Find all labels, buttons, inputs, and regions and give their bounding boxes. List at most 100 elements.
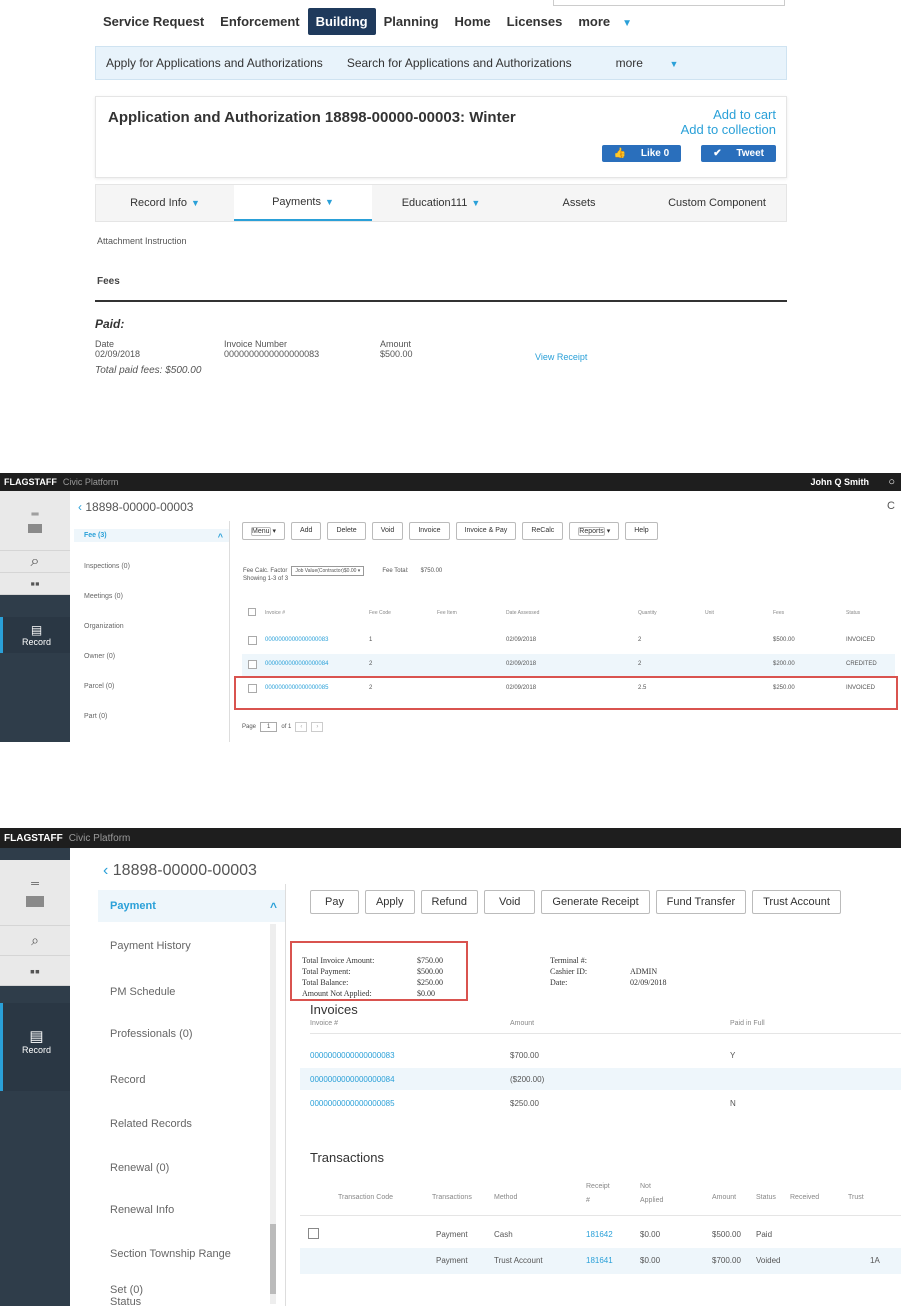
app-switcher[interactable]: ═ xyxy=(0,860,70,926)
tab-record-info[interactable]: Record Info ▼ xyxy=(96,185,234,221)
help-button[interactable]: Help xyxy=(625,522,658,540)
receipt-link[interactable]: 181641 xyxy=(586,1256,613,1265)
app-switcher[interactable]: ═ xyxy=(0,491,70,551)
subnav-item-renewal-info[interactable]: Renewal Info xyxy=(110,1204,174,1216)
row-checkbox[interactable] xyxy=(308,1228,319,1239)
generate-receipt-button[interactable]: Generate Receipt xyxy=(541,890,650,914)
table-row[interactable]: 0000000000000000083 $700.00 Y xyxy=(300,1044,901,1066)
col-paid-in-full[interactable]: Paid in Full xyxy=(730,1020,765,1027)
subnav-item-section-township-range[interactable]: Section Township Range xyxy=(110,1248,231,1260)
invoice-link[interactable]: 0000000000000000085 xyxy=(310,1099,395,1108)
subnav-item-renewal[interactable]: Renewal (0) xyxy=(110,1162,169,1174)
nav-licenses[interactable]: Licenses xyxy=(499,8,571,35)
col-receipt[interactable]: Receipt # xyxy=(586,1180,610,1208)
table-row[interactable]: Payment Cash 181642 $0.00 $500.00 Paid xyxy=(300,1222,901,1248)
invoice-link[interactable]: 0000000000000000083 xyxy=(310,1051,395,1060)
col-fee-code[interactable]: Fee Code xyxy=(369,610,391,616)
col-fee-item[interactable]: Fee Item xyxy=(437,610,457,616)
record-nav-button[interactable]: ▤ Record xyxy=(0,1003,70,1091)
col-method[interactable]: Method xyxy=(494,1194,517,1201)
add-to-cart-link[interactable]: Add to cart xyxy=(681,107,776,122)
fund-transfer-button[interactable]: Fund Transfer xyxy=(655,890,747,914)
select-all-checkbox[interactable] xyxy=(248,608,256,616)
record-breadcrumb[interactable]: ‹ 18898-00000-00003 xyxy=(78,500,193,514)
subnav-item-fee[interactable]: Fee (3) ^ xyxy=(74,529,229,542)
row-checkbox[interactable] xyxy=(248,660,257,669)
col-transactions[interactable]: Transactions xyxy=(432,1194,472,1201)
user-name[interactable]: John Q Smith xyxy=(811,477,870,487)
nav-planning[interactable]: Planning xyxy=(376,8,447,35)
table-row[interactable]: 0000000000000000085 $250.00 N xyxy=(300,1092,901,1114)
col-fees[interactable]: Fees xyxy=(773,610,784,616)
col-received[interactable]: Received xyxy=(790,1194,819,1201)
nav-building[interactable]: Building xyxy=(307,8,376,35)
record-breadcrumb[interactable]: ‹ 18898-00000-00003 xyxy=(103,862,257,880)
invoice-link[interactable]: 0000000000000000084 xyxy=(310,1075,395,1084)
delete-button[interactable]: Delete xyxy=(327,522,366,540)
col-status[interactable]: Status xyxy=(846,610,860,616)
col-amount[interactable]: Amount xyxy=(712,1194,736,1201)
nav-home[interactable]: Home xyxy=(447,8,499,35)
col-invoice[interactable]: Invoice # xyxy=(310,1020,338,1027)
pay-button[interactable]: Pay xyxy=(310,890,359,914)
refresh-icon[interactable]: C xyxy=(887,500,895,512)
table-row[interactable]: 0000000000000000084 2 02/09/2018 2 $200.… xyxy=(242,654,895,676)
tweet-button[interactable]: ✔ Tweet xyxy=(701,145,776,162)
subnav-item-set[interactable]: Set (0) xyxy=(110,1284,143,1296)
invoice-link[interactable]: 0000000000000000083 xyxy=(265,637,328,643)
table-row[interactable]: 0000000000000000084 ($200.00) xyxy=(300,1068,901,1090)
void-button[interactable]: Void xyxy=(371,522,404,540)
tab-assets[interactable]: Assets xyxy=(510,185,648,221)
tab-payments[interactable]: Payments ▼ xyxy=(234,185,372,221)
col-not-applied[interactable]: Not Applied xyxy=(640,1180,666,1208)
receipt-link[interactable]: 181642 xyxy=(586,1230,613,1239)
col-date-assessed[interactable]: Date Assessed xyxy=(506,610,539,616)
subnav-item-record[interactable]: Record xyxy=(110,1074,145,1086)
apps-grid-icon[interactable]: ▪▪ xyxy=(0,573,70,595)
tab-custom-component[interactable]: Custom Component xyxy=(648,185,786,221)
col-invoice[interactable]: Invoice # xyxy=(265,610,285,616)
table-row[interactable]: Payment Trust Account 181641 $0.00 $700.… xyxy=(300,1248,901,1274)
subnav-item-pm-schedule[interactable]: PM Schedule xyxy=(110,986,175,998)
subnav-item-parcel[interactable]: Parcel (0) xyxy=(84,683,114,690)
col-unit[interactable]: Unit xyxy=(705,610,714,616)
like-button[interactable]: 👍 Like 0 xyxy=(601,145,682,162)
refund-button[interactable]: Refund xyxy=(420,890,478,914)
page-input[interactable]: 1 xyxy=(260,722,278,732)
nav-more[interactable]: more ▼ xyxy=(570,8,648,35)
col-amount[interactable]: Amount xyxy=(510,1020,534,1027)
subnav-more[interactable]: more ▼ xyxy=(606,56,693,70)
recalc-button[interactable]: ReCalc xyxy=(522,522,564,540)
trust-account-button[interactable]: Trust Account xyxy=(752,890,841,914)
reports-button[interactable]: Reports ▾ xyxy=(569,522,620,540)
col-status[interactable]: Status xyxy=(756,1194,776,1201)
row-checkbox[interactable] xyxy=(248,636,257,645)
apps-grid-icon[interactable]: ▪▪ xyxy=(0,956,70,986)
subnav-item-status[interactable]: Status xyxy=(110,1296,141,1308)
subnav-item-owner[interactable]: Owner (0) xyxy=(84,653,115,660)
subnav-item-related-records[interactable]: Related Records xyxy=(110,1118,192,1130)
record-nav-button[interactable]: ▤ Record xyxy=(0,617,70,653)
subnav-item-organization[interactable]: Organization xyxy=(84,623,124,630)
subnav-item-payment-history[interactable]: Payment History xyxy=(110,940,191,952)
nav-service-request[interactable]: Service Request xyxy=(95,8,212,35)
invoice-link[interactable]: 0000000000000000084 xyxy=(265,661,328,667)
invoice-pay-button[interactable]: Invoice & Pay xyxy=(455,522,517,540)
col-transaction-code[interactable]: Transaction Code xyxy=(338,1194,393,1201)
scrollbar-thumb[interactable] xyxy=(270,1224,276,1294)
subnav-search[interactable]: Search for Applications and Authorizatio… xyxy=(347,56,572,70)
add-button[interactable]: Add xyxy=(290,522,322,540)
search-box[interactable] xyxy=(553,0,785,6)
subnav-apply[interactable]: Apply for Applications and Authorization… xyxy=(106,56,323,70)
void-button[interactable]: Void xyxy=(483,890,536,914)
col-quantity[interactable]: Quantity xyxy=(638,610,657,616)
menu-button[interactable]: Menu ▾ xyxy=(242,522,285,540)
search-icon[interactable]: ⌕ xyxy=(0,926,70,956)
subnav-item-meetings[interactable]: Meetings (0) xyxy=(84,593,123,600)
add-to-collection-link[interactable]: Add to collection xyxy=(681,122,776,137)
subnav-item-inspections[interactable]: Inspections (0) xyxy=(84,563,130,570)
fee-calc-select[interactable]: Job Value(Contractor)$0.00 ▾ xyxy=(291,566,365,576)
subnav-item-payment[interactable]: Payment ^ xyxy=(98,890,285,922)
search-icon[interactable]: ⌕ xyxy=(0,551,70,573)
col-trust[interactable]: Trust xyxy=(848,1194,864,1201)
